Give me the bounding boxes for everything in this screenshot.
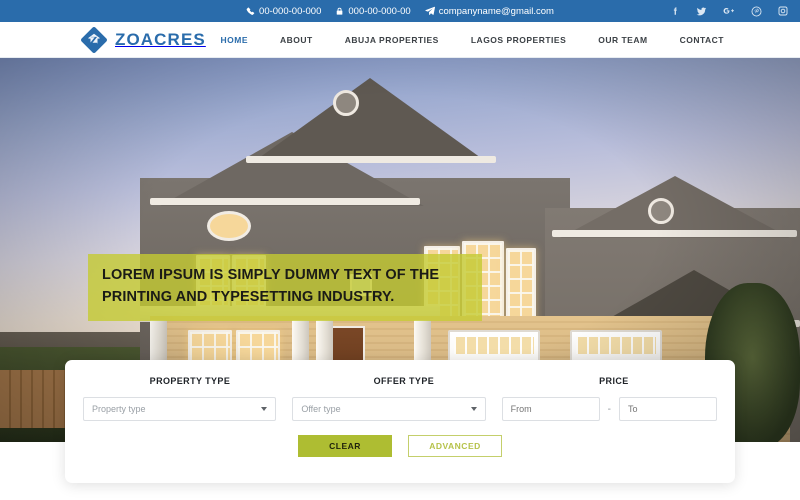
nav-item-home[interactable]: HOME — [205, 35, 265, 45]
hero-headline-band: LOREM IPSUM IS SIMPLY DUMMY TEXT OF THE … — [88, 254, 482, 321]
pinterest-icon[interactable] — [751, 6, 762, 17]
top-contact-bar: 00-000-00-000 000-00-000-00 companyname@… — [0, 0, 800, 22]
offer-type-value: Offer type — [301, 404, 341, 414]
fax-contact[interactable]: 000-00-000-00 — [335, 5, 411, 17]
nav-item-abuja-properties[interactable]: ABUJA PROPERTIES — [329, 35, 455, 45]
phone-icon — [246, 7, 255, 16]
property-search-panel: PROPERTY TYPE OFFER TYPE PRICE Property … — [65, 360, 735, 483]
offer-type-select[interactable]: Offer type — [292, 397, 486, 421]
brand-name: ZOACRES — [115, 29, 206, 49]
homepage: 00-000-00-000 000-00-000-00 companyname@… — [0, 0, 800, 500]
label-property-type: PROPERTY TYPE — [149, 376, 231, 386]
chevron-down-icon — [261, 407, 268, 411]
logo-link[interactable]: ZOACRES — [80, 26, 206, 54]
send-icon — [425, 6, 435, 16]
instagram-icon[interactable] — [778, 6, 788, 16]
search-labels-row: PROPERTY TYPE OFFER TYPE PRICE — [65, 360, 735, 386]
chevron-down-icon — [470, 407, 477, 411]
fax-number: 000-00-000-00 — [348, 5, 411, 17]
nav-item-about[interactable]: ABOUT — [264, 35, 329, 45]
label-offer-type: OFFER TYPE — [373, 376, 435, 386]
property-type-select[interactable]: Property type — [83, 397, 277, 421]
email-contact[interactable]: companyname@gmail.com — [425, 6, 554, 17]
nav-item-our-team[interactable]: OUR TEAM — [582, 35, 663, 45]
price-separator: - — [607, 403, 611, 415]
google-plus-icon[interactable] — [723, 5, 735, 17]
search-buttons-row: CLEAR ADVANCED — [65, 435, 735, 457]
clear-button[interactable]: CLEAR — [298, 435, 392, 457]
nav-item-contact[interactable]: CONTACT — [664, 35, 740, 45]
site-header: ZOACRES HOME ABOUT ABUJA PROPERTIES LAGO… — [0, 22, 800, 58]
twitter-icon[interactable] — [696, 6, 707, 17]
advanced-button[interactable]: ADVANCED — [408, 435, 502, 457]
property-type-value: Property type — [92, 404, 146, 414]
price-to-input[interactable] — [619, 397, 717, 421]
facebook-icon[interactable] — [670, 6, 680, 16]
hero-headline: LOREM IPSUM IS SIMPLY DUMMY TEXT OF THE … — [102, 267, 440, 306]
contact-info-group: 00-000-00-000 000-00-000-00 companyname@… — [246, 6, 554, 17]
zoacres-logo-icon — [80, 26, 108, 54]
label-price: PRICE — [599, 376, 629, 386]
social-links-group — [670, 5, 788, 17]
nav-item-lagos-properties[interactable]: LAGOS PROPERTIES — [455, 35, 582, 45]
phone-contact[interactable]: 00-000-00-000 — [246, 6, 321, 17]
lock-icon — [335, 7, 344, 16]
search-fields-row: Property type Offer type - — [65, 386, 735, 421]
main-navigation: HOME ABOUT ABUJA PROPERTIES LAGOS PROPER… — [205, 35, 741, 45]
email-address: companyname@gmail.com — [438, 5, 554, 17]
phone-number: 00-000-00-000 — [259, 5, 322, 17]
price-range-group: - — [501, 397, 717, 421]
price-from-input[interactable] — [501, 397, 600, 421]
